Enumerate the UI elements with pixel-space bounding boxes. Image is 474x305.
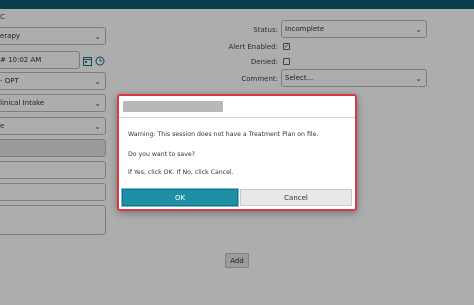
dialog-instruction-text: If Yes, click OK. If No, click Cancel. [128, 169, 234, 176]
cancel-button[interactable]: Cancel [240, 189, 352, 206]
dialog-button-row: OK Cancel [122, 189, 352, 206]
dialog-warning-text: Warning: This session does not have a Tr… [128, 131, 319, 138]
redacted-title [123, 101, 223, 112]
dialog-question-text: Do you want to save? [128, 151, 195, 158]
ok-button[interactable]: OK [122, 189, 238, 206]
confirm-dialog: Warning: This session does not have a Tr… [117, 94, 357, 211]
dialog-header [119, 96, 355, 118]
